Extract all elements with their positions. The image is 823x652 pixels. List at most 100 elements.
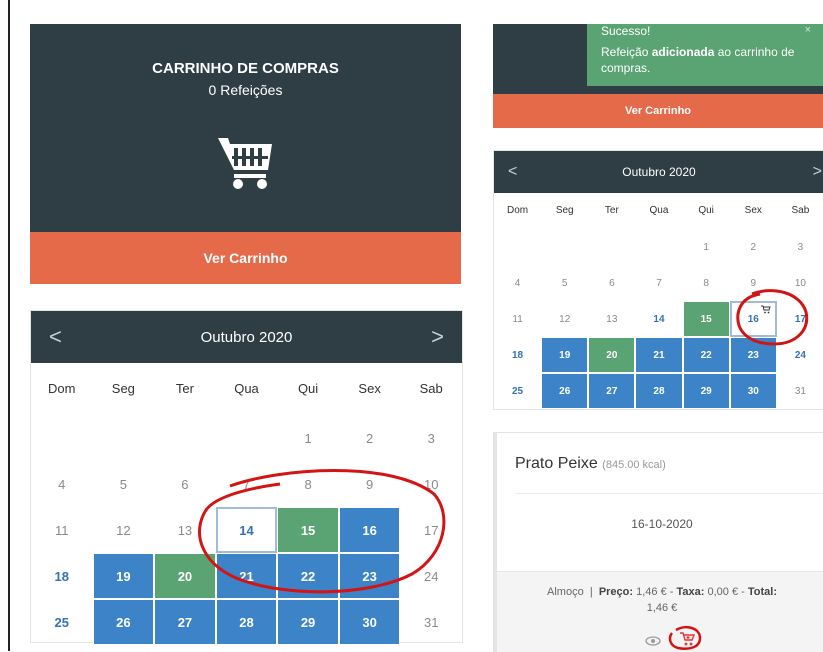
cart-meal-count: 0 Refeições bbox=[208, 82, 283, 98]
calendar-day-3: 3 bbox=[797, 241, 804, 253]
view-cart-button[interactable]: Ver Carrinho bbox=[30, 232, 461, 284]
calendar-day-30[interactable]: 30 bbox=[338, 599, 401, 645]
weekday-header: Qua bbox=[234, 381, 259, 396]
calendar-day-30[interactable]: 30 bbox=[729, 373, 777, 409]
calendar-day-5: 5 bbox=[561, 277, 568, 289]
calendar-day-19[interactable]: 19 bbox=[92, 553, 155, 599]
calendar-day-20[interactable]: 20 bbox=[588, 337, 636, 373]
weekday-header: Qui bbox=[698, 205, 714, 216]
shopping-cart-icon bbox=[216, 134, 276, 195]
add-to-cart-icon[interactable] bbox=[679, 632, 696, 649]
weekday-header: Ter bbox=[604, 205, 619, 216]
calendar-day-20[interactable]: 20 bbox=[154, 553, 216, 599]
calendar-month-title-small: Outubro 2020 bbox=[622, 165, 696, 179]
eye-icon[interactable] bbox=[645, 634, 661, 649]
calendar-day-19[interactable]: 19 bbox=[541, 337, 589, 373]
calendar-empty-cell bbox=[541, 229, 588, 265]
calendar-day-25[interactable]: 25 bbox=[31, 599, 93, 645]
calendar-next-button[interactable]: > bbox=[431, 311, 444, 363]
calendar-day-14[interactable]: 14 bbox=[215, 507, 278, 553]
calendar-day-2: 2 bbox=[750, 241, 757, 253]
calendar-day-18[interactable]: 18 bbox=[31, 553, 93, 599]
weekday-header: Seg bbox=[555, 205, 574, 216]
calendar-day-10: 10 bbox=[794, 277, 806, 289]
weekday-header: Dom bbox=[507, 205, 529, 216]
calendar-day-13: 13 bbox=[606, 313, 618, 325]
calendar-day-27[interactable]: 27 bbox=[588, 373, 636, 409]
calendar-day-23[interactable]: 23 bbox=[729, 337, 777, 373]
cart-panel-partial: Sucesso! × Refeição adicionada ao carrin… bbox=[493, 24, 823, 128]
calendar-day-7: 7 bbox=[242, 476, 251, 492]
cart-small-icon bbox=[760, 305, 771, 316]
calendar-day-17[interactable]: 17 bbox=[777, 301, 823, 337]
calendar-day-12: 12 bbox=[559, 313, 571, 325]
view-cart-button-secondary[interactable]: Ver Carrinho bbox=[493, 94, 823, 128]
calendar-day-13: 13 bbox=[177, 522, 193, 538]
calendar-day-2: 2 bbox=[366, 430, 374, 446]
calendar-next-button-small[interactable]: > bbox=[813, 151, 822, 193]
calendar-day-27[interactable]: 27 bbox=[154, 599, 216, 645]
calendar-day-31: 31 bbox=[794, 385, 806, 397]
toast-message: Refeição adicionada ao carrinho de compr… bbox=[601, 45, 795, 75]
calendar-day-24[interactable]: 24 bbox=[777, 337, 823, 373]
toast-title: Sucesso! bbox=[601, 24, 651, 38]
meal-kcal: (845.00 kcal) bbox=[602, 459, 666, 471]
success-toast: Sucesso! × Refeição adicionada ao carrin… bbox=[587, 24, 823, 86]
calendar-grid-small: Dom Seg Ter Qua Qui Sex Sab 1 2 3 4 5 6 7 8 9 10 11 12 13 14… bbox=[494, 193, 823, 409]
calendar-day-4: 4 bbox=[58, 476, 66, 492]
weekday-header: Seg bbox=[111, 381, 135, 396]
calendar-day-31: 31 bbox=[423, 614, 439, 630]
calendar-day-22[interactable]: 22 bbox=[277, 553, 339, 599]
calendar-day-16[interactable]: 16 bbox=[729, 301, 777, 337]
calendar-day-29[interactable]: 29 bbox=[277, 599, 339, 645]
calendar-day-18[interactable]: 18 bbox=[494, 337, 541, 373]
weekday-header: Ter bbox=[175, 381, 194, 396]
weekday-header: Sab bbox=[419, 381, 443, 396]
meal-name: Prato Peixe (845.00 kcal) bbox=[515, 455, 666, 472]
calendar-header: < Outubro 2020 > bbox=[31, 311, 462, 363]
calendar-prev-button[interactable]: < bbox=[49, 311, 62, 363]
meal-detail-card: Prato Peixe (845.00 kcal) 16-10-2020 Alm… bbox=[493, 432, 823, 652]
calendar-day-10: 10 bbox=[423, 476, 439, 492]
weekday-header: Sex bbox=[744, 205, 762, 216]
calendar-day-1: 1 bbox=[703, 241, 709, 253]
calendar-prev-button-small[interactable]: < bbox=[508, 151, 517, 193]
calendar-empty-cell bbox=[588, 229, 635, 265]
calendar-day-24: 24 bbox=[423, 568, 439, 584]
calendar-day-22[interactable]: 22 bbox=[682, 337, 730, 373]
calendar-day-4: 4 bbox=[514, 277, 521, 289]
calendar-day-7: 7 bbox=[656, 277, 662, 289]
calendar-day-28[interactable]: 28 bbox=[635, 373, 683, 409]
cart-title: CARRINHO DE COMPRAS bbox=[152, 60, 339, 77]
calendar-day-11: 11 bbox=[512, 313, 523, 325]
calendar-day-28[interactable]: 28 bbox=[215, 599, 278, 645]
calendar-day-23[interactable]: 23 bbox=[338, 553, 401, 599]
left-edge-line bbox=[8, 0, 10, 651]
calendar-month-title: Outubro 2020 bbox=[200, 328, 293, 346]
calendar-day-5: 5 bbox=[119, 476, 127, 492]
calendar-day-14[interactable]: 14 bbox=[635, 301, 682, 337]
calendar-day-9: 9 bbox=[750, 277, 757, 289]
calendar-day-15[interactable]: 15 bbox=[682, 301, 730, 337]
weekday-header: Sex bbox=[358, 381, 381, 396]
calendar-day-17: 17 bbox=[423, 522, 439, 538]
calendar-day-26[interactable]: 26 bbox=[92, 599, 155, 645]
calendar-day-6: 6 bbox=[181, 476, 189, 492]
toast-close-button[interactable]: × bbox=[805, 24, 811, 36]
calendar-day-25[interactable]: 25 bbox=[494, 373, 541, 409]
calendar-day-16[interactable]: 16 bbox=[338, 507, 401, 553]
calendar-empty-cell bbox=[154, 415, 216, 461]
calendar-day-26[interactable]: 26 bbox=[541, 373, 589, 409]
weekday-header: Qua bbox=[649, 205, 669, 216]
calendar-day-21[interactable]: 21 bbox=[215, 553, 278, 599]
divider bbox=[515, 493, 823, 494]
calendar-empty-cell bbox=[31, 415, 93, 461]
calendar-day-8: 8 bbox=[703, 277, 709, 289]
meal-pricing: Almoço | Preço: 1,46 € - Taxa: 0,00 € - … bbox=[547, 586, 777, 614]
calendar-day-29[interactable]: 29 bbox=[682, 373, 730, 409]
calendar-small: < Outubro 2020 > Dom Seg Ter Qua Qui Sex Sab 1 2… bbox=[493, 150, 823, 410]
calendar-day-21[interactable]: 21 bbox=[635, 337, 683, 373]
calendar-day-15[interactable]: 15 bbox=[277, 507, 339, 553]
weekday-header: Qui bbox=[297, 381, 319, 396]
weekday-header: Dom bbox=[48, 381, 76, 396]
